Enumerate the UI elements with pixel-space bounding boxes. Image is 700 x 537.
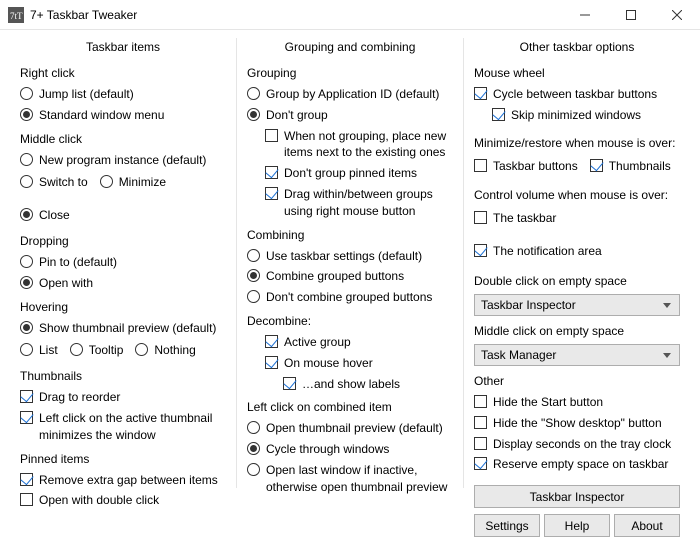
radio-switch-to[interactable]: Switch to [20, 174, 88, 191]
radio-jump-list[interactable]: Jump list (default) [20, 86, 226, 103]
group-hovering: Hovering [20, 300, 226, 314]
radio-group-appid[interactable]: Group by Application ID (default) [247, 86, 453, 103]
radio-combine-grouped[interactable]: Combine grouped buttons [247, 268, 453, 285]
radio-tooltip[interactable]: Tooltip [70, 342, 124, 359]
check-open-dblclick[interactable]: Open with double click [20, 492, 226, 509]
radio-nothing[interactable]: Nothing [135, 342, 195, 359]
check-reserve-empty[interactable]: Reserve empty space on taskbar [474, 456, 680, 473]
group-mid-click: Middle click on empty space [474, 324, 680, 338]
group-right-click: Right click [20, 66, 226, 80]
group-dbl-click: Double click on empty space [474, 274, 680, 288]
check-drag-reorder[interactable]: Drag to reorder [20, 389, 226, 406]
check-leftclick-minimize[interactable]: Left click on the active thumbnail minim… [20, 410, 226, 444]
radio-close[interactable]: Close [20, 207, 70, 224]
minimize-window-button[interactable] [562, 0, 608, 29]
group-other: Other [474, 374, 680, 388]
check-thumbnails[interactable]: Thumbnails [590, 158, 671, 175]
check-active-group[interactable]: Active group [265, 334, 453, 351]
check-notification-area[interactable]: The notification area [474, 243, 602, 260]
radio-standard-menu[interactable]: Standard window menu [20, 107, 226, 124]
group-pinned: Pinned items [20, 452, 226, 466]
close-window-button[interactable] [654, 0, 700, 29]
app-icon: 7tT [8, 7, 24, 23]
radio-dont-group[interactable]: Don't group [247, 107, 453, 124]
check-cycle-buttons[interactable]: Cycle between taskbar buttons [474, 86, 680, 103]
check-skip-minimized[interactable]: Skip minimized windows [492, 107, 680, 124]
svg-text:7tT: 7tT [10, 11, 23, 21]
col-grouping: Grouping and combining Grouping Group by… [236, 38, 463, 488]
check-on-hover[interactable]: On mouse hover [265, 355, 453, 372]
check-the-taskbar[interactable]: The taskbar [474, 210, 556, 227]
group-grouping: Grouping [247, 66, 453, 80]
radio-pin-to[interactable]: Pin to (default) [20, 254, 226, 271]
check-remove-gap[interactable]: Remove extra gap between items [20, 472, 226, 489]
group-combining: Combining [247, 228, 453, 242]
settings-button[interactable]: Settings [474, 514, 540, 537]
help-button[interactable]: Help [544, 514, 610, 537]
check-dont-group-pinned[interactable]: Don't group pinned items [265, 165, 453, 182]
check-hide-show-desktop[interactable]: Hide the "Show desktop" button [474, 415, 680, 432]
maximize-window-button[interactable] [608, 0, 654, 29]
group-thumbnails: Thumbnails [20, 369, 226, 383]
group-control-volume: Control volume when mouse is over: [474, 188, 680, 202]
radio-open-thumb-preview[interactable]: Open thumbnail preview (default) [247, 420, 453, 437]
check-taskbar-buttons[interactable]: Taskbar buttons [474, 158, 578, 175]
radio-list[interactable]: List [20, 342, 58, 359]
group-mouse-wheel: Mouse wheel [474, 66, 680, 80]
taskbar-inspector-button[interactable]: Taskbar Inspector [474, 485, 680, 508]
select-dbl-click[interactable]: Taskbar Inspector [474, 294, 680, 316]
radio-dont-combine[interactable]: Don't combine grouped buttons [247, 289, 453, 306]
about-button[interactable]: About [614, 514, 680, 537]
select-mid-click[interactable]: Task Manager [474, 344, 680, 366]
check-drag-between[interactable]: Drag within/between groups using right m… [265, 186, 453, 220]
col-header: Taskbar items [20, 40, 226, 54]
titlebar: 7tT 7+ Taskbar Tweaker [0, 0, 700, 30]
col-header: Other taskbar options [474, 40, 680, 54]
radio-open-with[interactable]: Open with [20, 275, 226, 292]
radio-new-instance[interactable]: New program instance (default) [20, 152, 226, 169]
col-other: Other taskbar options Mouse wheel Cycle … [463, 38, 690, 488]
col-taskbar-items: Taskbar items Right click Jump list (def… [10, 38, 236, 488]
radio-minimize[interactable]: Minimize [100, 174, 166, 191]
radio-use-taskbar-settings[interactable]: Use taskbar settings (default) [247, 248, 453, 265]
check-place-next[interactable]: When not grouping, place new items next … [265, 128, 453, 162]
window-title: 7+ Taskbar Tweaker [30, 8, 562, 22]
radio-open-last[interactable]: Open last window if inactive, otherwise … [247, 462, 453, 496]
group-middle-click: Middle click [20, 132, 226, 146]
group-decombine: Decombine: [247, 314, 453, 328]
col-header: Grouping and combining [247, 40, 453, 54]
group-min-restore: Minimize/restore when mouse is over: [474, 136, 680, 150]
radio-thumb-preview[interactable]: Show thumbnail preview (default) [20, 320, 226, 337]
group-left-click-combined: Left click on combined item [247, 400, 453, 414]
radio-cycle-windows[interactable]: Cycle through windows [247, 441, 453, 458]
check-tray-seconds[interactable]: Display seconds on the tray clock [474, 436, 680, 453]
check-show-labels[interactable]: …and show labels [283, 376, 453, 393]
group-dropping: Dropping [20, 234, 226, 248]
check-hide-start[interactable]: Hide the Start button [474, 394, 680, 411]
